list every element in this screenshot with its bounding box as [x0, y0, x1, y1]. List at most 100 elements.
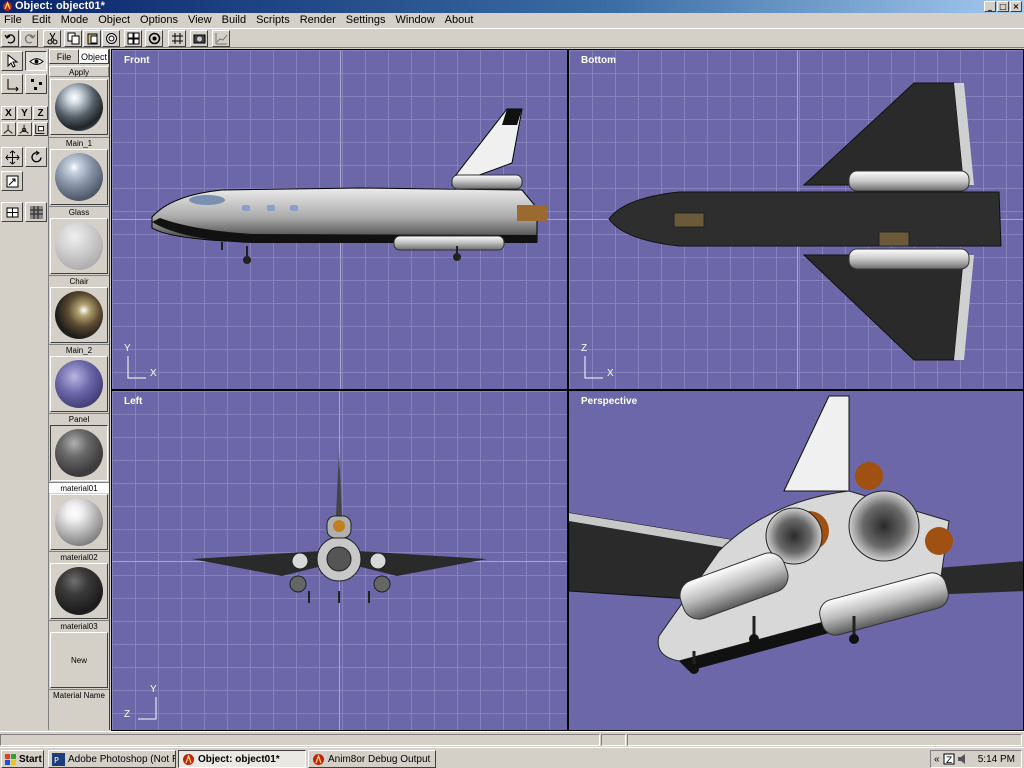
coord-world-button[interactable]	[1, 122, 16, 136]
eye-icon	[28, 57, 44, 65]
undo-button[interactable]	[1, 30, 19, 47]
coord-screen-button[interactable]	[33, 122, 48, 136]
viewport-bottom[interactable]: Bottom Z X	[568, 49, 1024, 390]
material-label-material03: material03	[49, 620, 109, 631]
view-tool[interactable]	[25, 51, 47, 71]
status-bar	[0, 731, 1024, 747]
menu-render[interactable]: Render	[295, 13, 341, 28]
points-icon	[30, 78, 42, 90]
shade-mode-button[interactable]	[102, 30, 120, 47]
front-axis-glyph	[127, 356, 146, 379]
menu-mode[interactable]: Mode	[56, 13, 94, 28]
material-swatch-material02[interactable]	[50, 494, 108, 550]
material-swatch-chair[interactable]	[50, 218, 108, 274]
rotate-icon	[30, 150, 42, 162]
menu-scripts[interactable]: Scripts	[251, 13, 295, 28]
move-arrows-icon	[4, 149, 20, 165]
menu-about[interactable]: About	[440, 13, 479, 28]
system-tray: « Z 5:14 PM	[930, 750, 1022, 768]
anim8or-app-window: Object: object01* _ □ × File Edit Mode O…	[0, 0, 1024, 768]
tab-file[interactable]: File	[49, 49, 79, 64]
material-label-chair: Chair	[49, 275, 109, 286]
windows-logo-icon	[5, 753, 16, 765]
status-panel-right	[627, 734, 1022, 746]
menu-edit[interactable]: Edit	[27, 13, 56, 28]
redo-button[interactable]	[20, 30, 38, 47]
material-label-panel: Panel	[49, 413, 109, 424]
menu-view[interactable]: View	[183, 13, 217, 28]
viewport-left[interactable]: Left Y Z	[111, 390, 568, 731]
select-tool[interactable]	[1, 51, 23, 71]
move-tool[interactable]	[1, 147, 23, 167]
z-axis-toggle[interactable]: Z	[33, 106, 48, 120]
material-sphere-chrome-icon	[55, 83, 103, 131]
tray-app-icon[interactable]: Z	[943, 753, 955, 765]
redo-icon	[24, 34, 35, 44]
cut-button[interactable]	[43, 30, 61, 47]
viewport-front[interactable]: Front Y X	[111, 49, 568, 390]
maximize-button[interactable]: □	[997, 1, 1009, 12]
main-toolbar	[0, 28, 1024, 48]
task-object01[interactable]: Object: object01*	[178, 750, 306, 768]
material-sphere-white-icon	[55, 498, 103, 546]
menu-object[interactable]: Object	[93, 13, 135, 28]
scissors-icon	[47, 32, 57, 45]
four-views-icon	[127, 32, 139, 45]
x-axis-toggle[interactable]: X	[1, 106, 16, 120]
menu-options[interactable]: Options	[135, 13, 183, 28]
task-debug-output[interactable]: Anim8or Debug Output	[308, 750, 436, 768]
texture-tool[interactable]	[25, 202, 47, 222]
tray-expand-icon[interactable]: «	[934, 754, 940, 765]
paste-button[interactable]	[83, 30, 101, 47]
title-bar: Object: object01* _ □ ×	[0, 0, 1024, 13]
arcball-icon	[148, 32, 160, 45]
anim8or-app-icon[interactable]	[2, 1, 13, 12]
rotate-tool[interactable]	[25, 147, 47, 167]
material-swatch-material03[interactable]	[50, 563, 108, 619]
menu-bar: File Edit Mode Object Options View Build…	[0, 13, 1024, 28]
menu-window[interactable]: Window	[391, 13, 440, 28]
menu-settings[interactable]: Settings	[341, 13, 391, 28]
graph-icon	[215, 33, 227, 45]
svg-text:P: P	[54, 756, 59, 765]
material-swatch-material01[interactable]	[50, 425, 108, 481]
material-swatch-glass[interactable]	[50, 149, 108, 205]
material-swatch-panel[interactable]	[50, 356, 108, 412]
close-button[interactable]: ×	[1010, 1, 1022, 12]
scale-tool[interactable]	[1, 171, 23, 191]
apply-material-button[interactable]: Apply	[49, 66, 109, 77]
new-material-button[interactable]: New	[50, 632, 108, 688]
tray-clock: 5:14 PM	[977, 753, 1015, 765]
tab-object[interactable]: Object	[79, 49, 109, 64]
speaker-icon[interactable]	[957, 753, 969, 765]
coord-object-button[interactable]	[17, 122, 32, 136]
material-label-main2: Main_2	[49, 344, 109, 355]
render-button[interactable]	[190, 30, 208, 47]
graph-button[interactable]	[212, 30, 230, 47]
material-swatch-main2[interactable]	[50, 287, 108, 343]
copy-button[interactable]	[64, 30, 82, 47]
grid-snap-button[interactable]	[168, 30, 186, 47]
screen-coords-icon	[35, 124, 45, 134]
minimize-button[interactable]: _	[984, 1, 996, 12]
points-tool[interactable]	[25, 74, 47, 94]
material-swatch-main1[interactable]	[50, 79, 108, 135]
start-button[interactable]: Start	[1, 750, 44, 768]
material-label-material01: material01	[49, 482, 109, 493]
material-sphere-matte-icon	[55, 222, 103, 270]
axis-tool[interactable]	[1, 74, 23, 94]
viewport-perspective[interactable]: Perspective	[568, 390, 1024, 731]
anim8or-debug-icon	[313, 753, 324, 765]
material-sphere-black-icon	[55, 567, 103, 615]
task-photoshop[interactable]: P Adobe Photoshop (Not R...	[48, 750, 176, 768]
window-controls: _ □ ×	[983, 1, 1022, 12]
view-four-button[interactable]	[124, 30, 142, 47]
arrow-pointer-icon	[7, 53, 18, 68]
y-axis-toggle[interactable]: Y	[17, 106, 32, 120]
menu-build[interactable]: Build	[217, 13, 251, 28]
menu-file[interactable]: File	[0, 13, 27, 28]
arcball-button[interactable]	[145, 30, 163, 47]
materials-tabs: File Object	[49, 49, 110, 64]
mesh-tool[interactable]	[1, 202, 23, 222]
left-axis-glyph	[138, 697, 157, 720]
